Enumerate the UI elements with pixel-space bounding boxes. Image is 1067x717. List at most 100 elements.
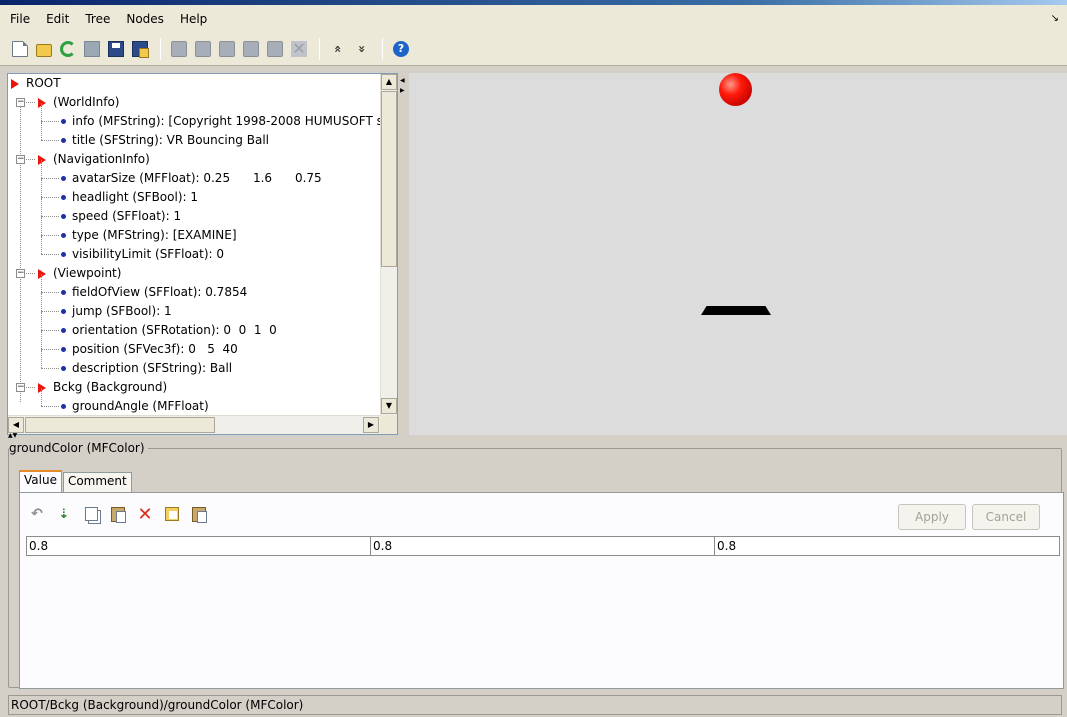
paste-special-value-icon [192, 506, 207, 523]
tree-field-row[interactable]: title (SFString): VR Bouncing Ball [61, 131, 269, 150]
tree-row-label: Bckg (Background) [53, 380, 168, 394]
menu-file[interactable]: File [8, 10, 32, 28]
tree-field-row[interactable]: visibilityLimit (SFFloat): 0 [61, 245, 224, 264]
import-value-button[interactable] [163, 505, 181, 523]
vertical-splitter[interactable]: ◀ ▶ [399, 73, 408, 435]
paste-disabled-icon [243, 41, 259, 57]
save-disabled-button[interactable] [82, 39, 102, 59]
tree-field-row[interactable]: headlight (SFBool): 1 [61, 188, 198, 207]
toolbar-separator [160, 38, 161, 60]
apply-button[interactable]: Apply [898, 504, 966, 530]
tree-vertical-scrollbar[interactable]: ▲ ▼ [380, 74, 397, 415]
menu-tree[interactable]: Tree [83, 10, 112, 28]
field-editor-title: groundColor (MFColor) [9, 441, 148, 455]
3d-viewer[interactable] [409, 73, 1067, 435]
field-bullet-icon [61, 366, 66, 371]
delete-button[interactable]: ✕ [289, 39, 309, 59]
tab-comment[interactable]: Comment [62, 472, 132, 492]
save-icon [108, 41, 124, 57]
collapse-node-icon[interactable]: − [16, 383, 25, 392]
open-file-button[interactable] [34, 39, 54, 59]
horizontal-splitter[interactable]: ▲▼ [0, 432, 1067, 443]
paste-button[interactable] [241, 39, 261, 59]
tree-node-row[interactable]: ROOT [11, 74, 61, 93]
tree-field-row[interactable]: jump (SFBool): 1 [61, 302, 172, 321]
tree-field-row[interactable]: description (SFString): Ball [61, 359, 232, 378]
undo-value-icon[interactable]: ↶ [28, 505, 46, 523]
undo-button[interactable] [169, 39, 189, 59]
tree-node-row[interactable]: (Viewpoint) [38, 264, 121, 283]
add-row-icon[interactable]: ⇣ [55, 505, 73, 523]
splitter-left-arrow-icon[interactable]: ◀ [400, 77, 405, 84]
help-button[interactable]: ? [391, 39, 411, 59]
field-editor-group: groundColor (MFColor) Value Comment ↶ ⇣ … [8, 441, 1064, 689]
tree-row-label: jump (SFBool): 1 [72, 304, 172, 318]
tree-field-row[interactable]: fieldOfView (SFFloat): 0.7854 [61, 283, 247, 302]
node-marker-icon [38, 382, 46, 393]
menu-help[interactable]: Help [178, 10, 209, 28]
paste-special-button[interactable] [265, 39, 285, 59]
expand-all-icon: » [355, 45, 369, 53]
tree-field-row[interactable]: groundAngle (MFFloat) [61, 397, 209, 416]
tree-field-row[interactable]: orientation (SFRotation): 0 0 1 0 [61, 321, 277, 340]
tree-branch-line [41, 235, 59, 236]
save-as-button[interactable] [130, 39, 150, 59]
paste-value-icon [111, 506, 126, 523]
scene-tree-panel[interactable]: ROOT − (WorldInfo) info (MFString): [Copyri… [7, 73, 398, 435]
value-cell-r[interactable]: 0.8 [27, 537, 371, 555]
paste-special-value-button[interactable] [190, 505, 208, 523]
tree-field-row[interactable]: avatarSize (MFFloat): 0.25 1.6 0.75 [61, 169, 322, 188]
tree-branch-line [41, 254, 59, 255]
scroll-down-button[interactable]: ▼ [381, 398, 397, 414]
field-bullet-icon [61, 347, 66, 352]
splitter-right-arrow-icon[interactable]: ▶ [400, 87, 405, 94]
tree-field-row[interactable]: speed (SFFloat): 1 [61, 207, 181, 226]
tree-field-row[interactable]: type (MFString): [EXAMINE] [61, 226, 237, 245]
tree-field-row[interactable]: position (SFVec3f): 0 5 40 [61, 340, 238, 359]
tree-horizontal-scrollbar[interactable]: ◀ ▶ [8, 415, 380, 434]
cut-button[interactable] [217, 39, 237, 59]
tree-child-line [41, 236, 42, 254]
tree-row-label: ROOT [26, 76, 61, 90]
tree-row-label: orientation (SFRotation): 0 0 1 0 [72, 323, 277, 337]
paste-value-button[interactable] [109, 505, 127, 523]
cut-disabled-icon [219, 41, 235, 57]
save-button[interactable] [106, 39, 126, 59]
scroll-up-button[interactable]: ▲ [381, 74, 397, 90]
horizontal-scroll-thumb[interactable] [25, 417, 215, 433]
scroll-corner [380, 415, 397, 434]
cancel-button[interactable]: Cancel [972, 504, 1040, 530]
splitter-up-down-icon[interactable]: ▲▼ [8, 432, 17, 439]
copy-value-button[interactable] [82, 505, 100, 523]
scene-tree[interactable]: ROOT − (WorldInfo) info (MFString): [Copyri… [8, 74, 383, 416]
tree-field-row[interactable]: info (MFString): [Copyright 1998-2008 HU… [61, 112, 383, 131]
tree-row-label: title (SFString): VR Bouncing Ball [72, 133, 269, 147]
collapse-all-button[interactable]: « [328, 39, 348, 59]
menubar-resize-icon[interactable]: ↘ [1051, 13, 1059, 24]
tab-value[interactable]: Value [19, 470, 62, 492]
new-file-button[interactable] [10, 39, 30, 59]
collapse-all-icon: « [331, 45, 345, 53]
vertical-scroll-thumb[interactable] [381, 91, 397, 267]
value-cell-b[interactable]: 0.8 [715, 537, 1059, 555]
reload-button[interactable] [58, 39, 78, 59]
node-marker-icon [38, 97, 46, 108]
tree-node-row[interactable]: Bckg (Background) [38, 378, 167, 397]
collapse-node-icon[interactable]: − [16, 269, 25, 278]
value-cell-g[interactable]: 0.8 [371, 537, 715, 555]
collapse-node-icon[interactable]: − [16, 155, 25, 164]
menu-nodes[interactable]: Nodes [124, 10, 166, 28]
menu-edit[interactable]: Edit [44, 10, 71, 28]
tree-node-row[interactable]: (WorldInfo) [38, 93, 119, 112]
expand-all-button[interactable]: » [352, 39, 372, 59]
import-value-icon [165, 507, 179, 521]
field-bullet-icon [61, 309, 66, 314]
scroll-left-button[interactable]: ◀ [8, 417, 24, 433]
tree-node-row[interactable]: (NavigationInfo) [38, 150, 150, 169]
collapse-node-icon[interactable]: − [16, 98, 25, 107]
copy-button[interactable] [193, 39, 213, 59]
delete-value-icon[interactable]: ✕ [136, 504, 154, 525]
scroll-right-button[interactable]: ▶ [363, 417, 379, 433]
field-bullet-icon [61, 176, 66, 181]
bouncing-ball [719, 73, 752, 106]
